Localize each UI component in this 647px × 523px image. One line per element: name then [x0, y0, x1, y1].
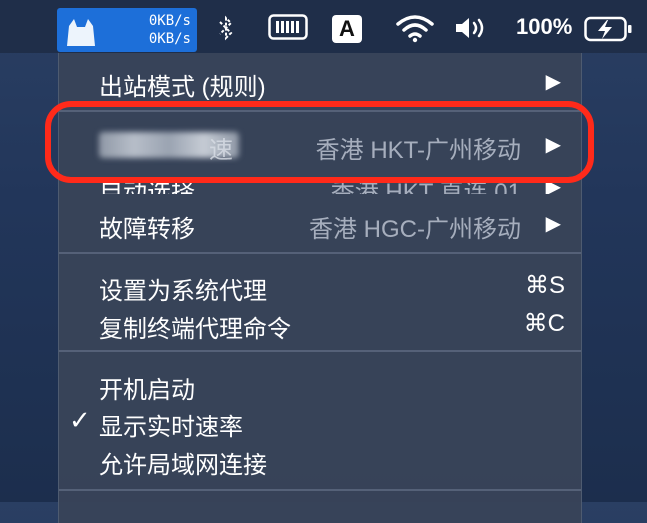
menu-item-label: 设置为系统代理	[99, 278, 267, 305]
menu-bar: 0KB/s 0KB/s A 100%	[0, 0, 647, 53]
menu-item-outbound-mode[interactable]: 出站模式 (规则) ▶	[59, 63, 581, 101]
menu-item-label: 显示实时速率	[99, 414, 243, 441]
selected-proxy: 香港 HGC-广州移动	[309, 216, 521, 243]
checkmark-icon: ✓	[69, 405, 91, 435]
menu-item-label: 出站模式 (规则)	[99, 74, 266, 101]
network-speed: 0KB/s 0KB/s	[111, 12, 191, 48]
highlight-annotation	[45, 101, 594, 183]
download-speed: 0KB/s	[148, 31, 191, 47]
menu-item-failover[interactable]: 故障转移 香港 HGC-广州移动 ▶	[59, 205, 581, 243]
menu-item-set-system-proxy[interactable]: 设置为系统代理 ⌘S	[59, 267, 581, 305]
menu-item-label: 允许局域网连接	[99, 452, 267, 479]
submenu-arrow-icon: ▶	[545, 71, 561, 93]
menu-separator	[59, 252, 581, 254]
cat-icon	[67, 19, 95, 46]
menu-item-label: 复制终端代理命令	[99, 316, 291, 343]
upload-speed: 0KB/s	[148, 13, 191, 29]
submenu-arrow-icon: ▶	[545, 213, 561, 235]
keyboard-shortcut: ⌘C	[523, 310, 565, 337]
battery-charging-icon[interactable]	[584, 14, 634, 44]
menu-separator	[59, 489, 581, 491]
menu-item-label: 故障转移	[99, 216, 195, 243]
menu-item-launch-at-login[interactable]: 开机启动	[59, 366, 581, 404]
menu-item-label: 开机启动	[99, 377, 195, 404]
clashx-status-item[interactable]: 0KB/s 0KB/s	[57, 8, 197, 52]
battery-percentage: 100%	[516, 14, 573, 39]
menu-item-allow-lan[interactable]: 允许局域网连接	[59, 441, 581, 479]
menu-separator	[59, 350, 581, 352]
keyboard-shortcut: ⌘S	[524, 272, 565, 299]
volume-icon[interactable]	[452, 14, 492, 42]
bluetooth-icon[interactable]	[212, 14, 240, 42]
wifi-icon[interactable]	[394, 12, 436, 44]
input-source-indicator[interactable]: A	[332, 15, 362, 43]
keyboard-icon[interactable]	[268, 14, 308, 40]
menu-item-copy-terminal-command[interactable]: 复制终端代理命令 ⌘C	[59, 305, 581, 343]
menu-item-show-realtime-speed[interactable]: ✓ 显示实时速率	[59, 403, 581, 441]
